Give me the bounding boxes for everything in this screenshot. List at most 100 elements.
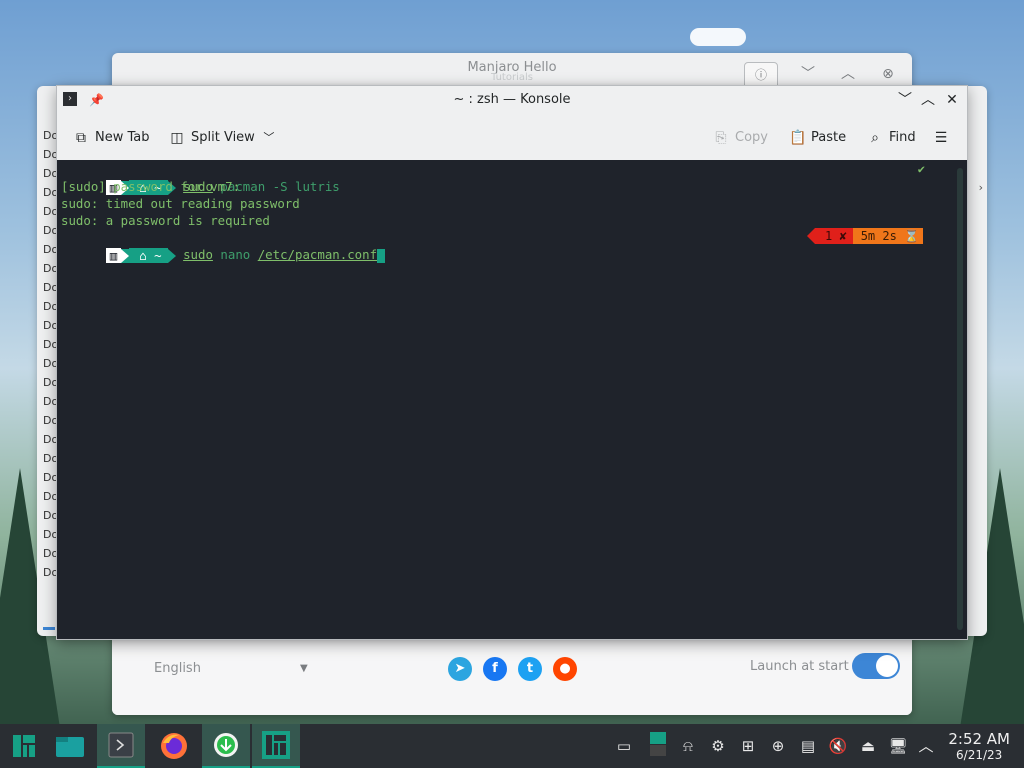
volume-muted-icon[interactable]: 🔇 (828, 736, 848, 756)
konsole-window[interactable]: › 📌 ~ : zsh — Konsole ﹀ ︿ ✕ ⧉ New Tab ◫ … (56, 85, 968, 640)
firefox-icon (161, 733, 187, 759)
terminal-icon (108, 732, 134, 758)
paste-button[interactable]: 📋 Paste (789, 126, 846, 150)
paste-icon: 📋 (789, 130, 807, 146)
list-item[interactable]: Do (43, 145, 57, 164)
new-tab-button[interactable]: ⧉ New Tab (73, 126, 150, 150)
facebook-icon[interactable]: f (483, 657, 507, 681)
scrollbar[interactable] (957, 168, 963, 630)
kde-connect-icon[interactable]: ⚙ (708, 736, 728, 756)
manjaro-hello-icon (262, 731, 290, 759)
clock[interactable]: 2:52 AM 6/21/23 (948, 730, 1010, 762)
manjaro-hello-task-button[interactable] (252, 724, 300, 768)
konsole-titlebar: › 📌 ~ : zsh — Konsole ﹀ ︿ ✕ (57, 86, 967, 114)
new-tab-icon: ⧉ (76, 130, 86, 146)
progress-indicator (43, 627, 55, 630)
list-item[interactable]: Do (43, 411, 57, 430)
list-item[interactable]: Do (43, 202, 57, 221)
launch-at-start-label: Launch at start (750, 659, 849, 674)
hello-subtitle: Tutorials (491, 72, 533, 83)
list-item[interactable]: Do (43, 221, 57, 240)
doc-list: Do Do Do Do Do Do Do Do Do Do Do Do Do Do Do Do Do Do Do Do… (43, 126, 57, 582)
output-line: [sudo] password for vm7: (61, 179, 241, 194)
split-view-button[interactable]: ◫ Split View ﹀ (169, 126, 277, 150)
file-manager-button[interactable] (46, 724, 94, 768)
split-view-icon: ◫ (170, 130, 184, 146)
taskbar: ▭ ⍾ ⚙ ⊞ ⊕ ▤ 🔇 ⏏ 🖥 ︿ 2:52 AM 6/21/23 (0, 724, 1024, 768)
update-icon[interactable]: ⊕ (768, 736, 788, 756)
chevron-down-icon: ﹀ (263, 131, 275, 144)
application-menu-button[interactable] (0, 724, 48, 768)
download-icon (214, 733, 238, 757)
firefox-button[interactable] (150, 724, 198, 768)
list-item[interactable]: Do (43, 335, 57, 354)
list-item[interactable]: Do (43, 373, 57, 392)
konsole-title: ~ : zsh — Konsole (453, 92, 571, 107)
chevron-up-icon: ︿ (841, 66, 855, 82)
network-icon[interactable]: 🖥 (888, 736, 908, 756)
clock-time: 2:52 AM (948, 730, 1010, 748)
maximize-button[interactable]: ︿ (917, 86, 939, 114)
manjaro-logo-icon: ▥ (105, 248, 122, 263)
telegram-icon[interactable]: ➤ (448, 657, 472, 681)
minimize-button[interactable]: ﹀ (894, 86, 916, 114)
copy-icon: ⎘ (715, 130, 727, 146)
show-desktop-icon[interactable]: ▭ (614, 736, 634, 756)
hamburger-icon: ☰ (934, 130, 948, 146)
chevron-up-icon: ︿ (921, 92, 935, 108)
home-segment: ⌂ ~ (129, 248, 168, 263)
folder-icon (56, 737, 84, 757)
reddit-icon[interactable]: ● (553, 657, 577, 681)
list-item[interactable]: Do (43, 468, 57, 487)
list-item[interactable]: Do (43, 164, 57, 183)
clipboard-manager-icon[interactable]: ⊞ (738, 736, 758, 756)
pager-icon[interactable] (648, 732, 668, 756)
command-keyword: sudo (183, 247, 213, 262)
terminal-icon[interactable]: › (63, 92, 77, 106)
chevron-down-icon: ﹀ (801, 66, 815, 82)
terminal-view[interactable]: ▥ ⌂ ~ sudo pacman -S lutris ✔ [sudo] pass… (57, 160, 967, 639)
list-item[interactable]: Do (43, 563, 57, 582)
chevron-right-icon[interactable]: › (979, 181, 983, 194)
chevron-up-icon[interactable]: ︿ (916, 736, 936, 756)
split-view-label: Split View (191, 130, 255, 145)
paste-label: Paste (811, 130, 847, 145)
list-item[interactable]: Do (43, 525, 57, 544)
notifications-icon[interactable]: ⍾ (678, 736, 698, 756)
list-item[interactable]: Do (43, 316, 57, 335)
twitter-icon[interactable]: t (518, 657, 542, 681)
list-item[interactable]: Do (43, 392, 57, 411)
new-tab-label: New Tab (95, 130, 150, 145)
list-item[interactable]: Do (43, 430, 57, 449)
list-item[interactable]: Do (43, 126, 57, 145)
list-item[interactable]: Do (43, 544, 57, 563)
launch-at-start-toggle[interactable] (852, 653, 900, 679)
list-item[interactable]: Do (43, 449, 57, 468)
konsole-task-button[interactable] (97, 724, 145, 768)
success-check-icon: ✔ (917, 162, 925, 176)
list-item[interactable]: Do (43, 297, 57, 316)
dropdown-arrow-icon[interactable]: ▼ (300, 663, 308, 674)
list-item[interactable]: Do (43, 259, 57, 278)
close-button[interactable]: ✕ (941, 86, 963, 114)
pin-icon[interactable]: 📌 (89, 86, 104, 114)
copy-button[interactable]: ⎘ Copy (713, 126, 768, 150)
manjaro-logo-icon (13, 735, 35, 757)
list-item[interactable]: Do (43, 240, 57, 259)
command-args: nano (212, 247, 258, 262)
list-item[interactable]: Do (43, 278, 57, 297)
usb-icon[interactable]: ⏏ (858, 736, 878, 756)
text-cursor (377, 248, 386, 263)
toggle-knob (876, 655, 898, 677)
find-button[interactable]: ⌕ Find (867, 126, 916, 150)
list-item[interactable]: Do (43, 354, 57, 373)
info-icon: ⓘ (754, 68, 767, 82)
clipboard-icon[interactable]: ▤ (798, 736, 818, 756)
list-item[interactable]: Do (43, 506, 57, 525)
language-select[interactable]: English (154, 661, 201, 676)
hello-titlebar: Manjaro Hello Tutorials ⓘ ﹀ ︿ ⊗ (112, 53, 912, 90)
software-update-button[interactable] (202, 724, 250, 768)
list-item[interactable]: Do (43, 183, 57, 202)
menu-button[interactable]: ☰ (933, 126, 949, 150)
list-item[interactable]: Do (43, 487, 57, 506)
